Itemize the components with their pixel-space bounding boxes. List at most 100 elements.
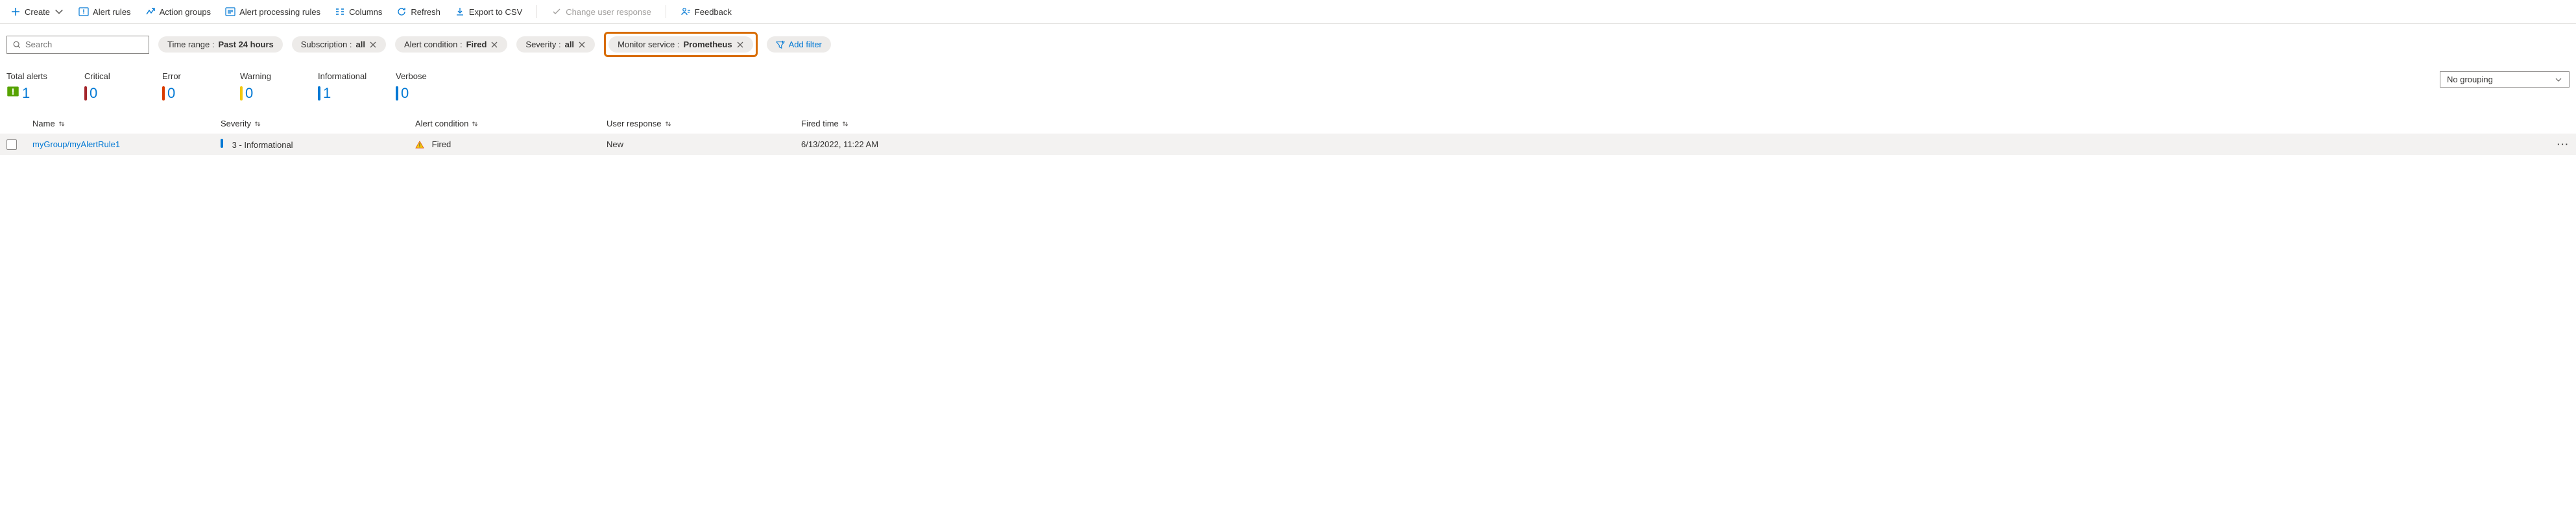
refresh-button[interactable]: Refresh xyxy=(396,6,440,17)
severity-bar-error xyxy=(162,86,165,101)
columns-label: Columns xyxy=(349,7,382,17)
alerts-table: Name Severity Alert condition User respo… xyxy=(0,113,2576,155)
row-alert-condition: Fired xyxy=(432,139,451,149)
alert-rules-label: Alert rules xyxy=(93,7,131,17)
row-fired-time: 6/13/2022, 11:22 AM xyxy=(801,139,878,149)
col-alert-condition[interactable]: Alert condition xyxy=(415,119,607,128)
filter-alert-condition-label: Alert condition : xyxy=(404,40,463,49)
refresh-label: Refresh xyxy=(411,7,440,17)
stat-error-value: 0 xyxy=(167,85,175,102)
table-row[interactable]: myGroup/myAlertRule1 3 - Informational F… xyxy=(0,134,2576,155)
filter-time-range-label: Time range : xyxy=(167,40,215,49)
filter-icon xyxy=(776,40,785,49)
row-severity-bar xyxy=(221,139,223,148)
row-user-response: New xyxy=(607,139,623,149)
create-label: Create xyxy=(25,7,50,17)
stat-warning-value: 0 xyxy=(245,85,253,102)
row-name-link[interactable]: myGroup/myAlertRule1 xyxy=(32,139,120,149)
filter-subscription-label: Subscription : xyxy=(301,40,352,49)
filter-severity-value: all xyxy=(565,40,574,49)
warning-triangle-icon xyxy=(415,140,424,149)
action-groups-label: Action groups xyxy=(160,7,211,17)
stat-verbose[interactable]: Verbose 0 xyxy=(396,71,448,102)
filter-alert-condition-value: Fired xyxy=(466,40,487,49)
filter-severity[interactable]: Severity : all xyxy=(516,36,595,53)
add-filter-button[interactable]: Add filter xyxy=(767,36,831,53)
col-alert-condition-label: Alert condition xyxy=(415,119,468,128)
severity-bar-warning xyxy=(240,86,243,101)
filter-monitor-service[interactable]: Monitor service : Prometheus xyxy=(608,36,753,53)
stat-critical-label: Critical xyxy=(84,71,136,81)
filter-alert-condition[interactable]: Alert condition : Fired xyxy=(395,36,507,53)
col-name[interactable]: Name xyxy=(32,119,221,128)
grouping-value: No grouping xyxy=(2447,75,2493,84)
row-more-button[interactable]: ··· xyxy=(2557,139,2570,149)
sort-icon xyxy=(841,120,849,128)
filter-monitor-service-highlight: Monitor service : Prometheus xyxy=(604,32,758,57)
severity-bar-informational xyxy=(318,86,320,101)
col-fired-time[interactable]: Fired time xyxy=(801,119,2544,128)
stat-informational[interactable]: Informational 1 xyxy=(318,71,370,102)
change-user-response-label: Change user response xyxy=(566,7,651,17)
close-icon[interactable] xyxy=(369,41,377,49)
columns-button[interactable]: Columns xyxy=(335,6,382,17)
col-severity[interactable]: Severity xyxy=(221,119,415,128)
filter-bar: Time range : Past 24 hours Subscription … xyxy=(0,24,2576,65)
checkmark-icon xyxy=(551,6,562,17)
chevron-down-icon xyxy=(2555,76,2562,84)
processing-rules-icon xyxy=(225,6,235,17)
alert-processing-rules-label: Alert processing rules xyxy=(239,7,320,17)
sort-icon xyxy=(471,120,479,128)
columns-icon xyxy=(335,6,345,17)
feedback-button[interactable]: Feedback xyxy=(680,6,732,17)
row-severity: 3 - Informational xyxy=(232,140,293,150)
alert-rules-icon xyxy=(78,6,89,17)
stat-total-label: Total alerts xyxy=(6,71,58,81)
sort-icon xyxy=(58,120,66,128)
export-csv-label: Export to CSV xyxy=(469,7,522,17)
close-icon[interactable] xyxy=(578,41,586,49)
toolbar: Create Alert rules Action groups Alert p… xyxy=(0,0,2576,24)
sort-icon xyxy=(664,120,672,128)
search-input[interactable] xyxy=(6,36,149,54)
filter-time-range-value: Past 24 hours xyxy=(219,40,274,49)
stat-critical[interactable]: Critical 0 xyxy=(84,71,136,102)
plus-icon xyxy=(10,6,21,17)
col-user-response[interactable]: User response xyxy=(607,119,801,128)
stat-error-label: Error xyxy=(162,71,214,81)
stat-warning[interactable]: Warning 0 xyxy=(240,71,292,102)
download-icon xyxy=(455,6,465,17)
severity-bar-verbose xyxy=(396,86,398,101)
stat-critical-value: 0 xyxy=(90,85,97,102)
col-severity-label: Severity xyxy=(221,119,251,128)
feedback-icon xyxy=(680,6,691,17)
stat-total-alerts[interactable]: Total alerts 1 xyxy=(6,71,58,102)
action-groups-button[interactable]: Action groups xyxy=(145,6,211,17)
alert-rules-button[interactable]: Alert rules xyxy=(78,6,131,17)
search-icon xyxy=(12,40,21,49)
action-groups-icon xyxy=(145,6,156,17)
grouping-select[interactable]: No grouping xyxy=(2440,71,2570,88)
sort-icon xyxy=(254,120,261,128)
filter-severity-label: Severity : xyxy=(525,40,560,49)
filter-time-range[interactable]: Time range : Past 24 hours xyxy=(158,36,283,53)
create-button[interactable]: Create xyxy=(10,6,64,17)
search-field[interactable] xyxy=(25,40,143,49)
stat-informational-label: Informational xyxy=(318,71,370,81)
close-icon[interactable] xyxy=(736,41,744,49)
filter-subscription[interactable]: Subscription : all xyxy=(292,36,386,53)
row-checkbox[interactable] xyxy=(6,139,17,150)
stat-verbose-value: 0 xyxy=(401,85,409,102)
export-csv-button[interactable]: Export to CSV xyxy=(455,6,522,17)
severity-bar-critical xyxy=(84,86,87,101)
stat-verbose-label: Verbose xyxy=(396,71,448,81)
chevron-down-icon xyxy=(54,6,64,17)
table-header: Name Severity Alert condition User respo… xyxy=(0,113,2576,134)
stat-total-value: 1 xyxy=(22,85,30,102)
close-icon[interactable] xyxy=(490,41,498,49)
feedback-label: Feedback xyxy=(695,7,732,17)
alert-icon xyxy=(6,85,19,102)
stat-error[interactable]: Error 0 xyxy=(162,71,214,102)
filter-subscription-value: all xyxy=(356,40,365,49)
alert-processing-rules-button[interactable]: Alert processing rules xyxy=(225,6,320,17)
